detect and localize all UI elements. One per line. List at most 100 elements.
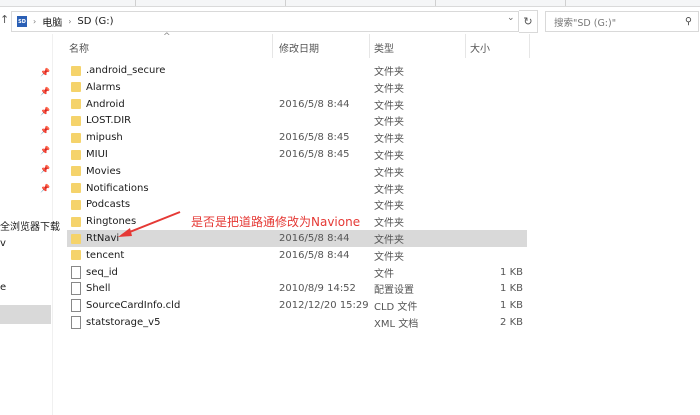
divider: [285, 0, 286, 6]
folder-icon: [71, 233, 81, 244]
file-name: Notifications: [86, 182, 149, 194]
column-divider[interactable]: [529, 34, 530, 58]
column-divider[interactable]: [272, 34, 273, 58]
file-type: 文件夹: [374, 151, 404, 162]
file-date: 2016/5/8 8:44: [279, 249, 350, 261]
file-name: mipush: [86, 132, 123, 144]
annotation-arrow: [118, 211, 181, 237]
nav-item[interactable]: v: [0, 238, 6, 249]
navigation-pane: 📌 📌 📌 📌 📌 📌 📌 全浏览器下载 v e: [0, 34, 60, 415]
file-row[interactable]: .android_secure 文件夹: [67, 62, 527, 79]
file-type: 文件夹: [374, 83, 404, 95]
file-date: 2010/8/9 14:52: [279, 283, 356, 295]
sd-card-icon: SD: [17, 16, 27, 27]
file-date: 2016/5/8 8:44: [279, 233, 350, 244]
file-type: 文件夹: [374, 251, 404, 263]
address-bar[interactable]: SD › 电脑 › SD (G:): [11, 11, 519, 32]
search-input[interactable]: 搜索"SD (G:)" ⚲: [545, 11, 699, 32]
sort-ascending-icon: ^: [163, 32, 171, 42]
file-name: Shell: [86, 283, 111, 295]
divider: [135, 0, 136, 6]
folder-icon: [71, 65, 81, 76]
folder-icon: [71, 82, 81, 93]
nav-item-selected[interactable]: [0, 305, 51, 324]
file-type: 文件夹: [374, 134, 404, 146]
file-date: 2016/5/8 8:45: [279, 132, 350, 144]
file-type: 文件夹: [374, 100, 404, 112]
search-icon: ⚲: [685, 16, 692, 27]
nav-item[interactable]: e: [0, 282, 6, 293]
file-type: 文件夹: [374, 167, 404, 179]
file-name: tencent: [86, 249, 125, 261]
file-row[interactable]: LOST.DIR 文件夹: [67, 112, 527, 129]
file-type: 配置设置: [374, 285, 414, 297]
column-divider[interactable]: [369, 34, 370, 58]
file-type: 文件夹: [374, 117, 404, 129]
column-divider[interactable]: [465, 34, 466, 58]
file-name: Alarms: [86, 81, 121, 93]
refresh-icon: ↻: [523, 15, 533, 28]
chevron-right-icon[interactable]: ›: [33, 17, 36, 26]
pin-icon[interactable]: 📌: [40, 68, 50, 77]
file-row[interactable]: seq_id 文件 1 KB: [67, 264, 527, 281]
divider: [435, 0, 436, 6]
file-row[interactable]: statstorage_v5 XML 文档 2 KB: [67, 314, 527, 331]
column-header-type[interactable]: 类型: [374, 40, 394, 55]
file-row[interactable]: SourceCardInfo.cld 2012/12/20 15:29 CLD …: [67, 297, 527, 314]
file-name: .android_secure: [86, 65, 166, 76]
search-placeholder: 搜索"SD (G:)": [554, 17, 617, 29]
pin-icon[interactable]: 📌: [40, 165, 50, 174]
file-row[interactable]: MIUI 2016/5/8 8:45 文件夹: [67, 146, 527, 163]
file-size: 1 KB: [500, 283, 523, 295]
file-row[interactable]: Shell 2010/8/9 14:52 配置设置 1 KB: [67, 280, 527, 297]
folder-icon: [71, 115, 81, 126]
file-name: MIUI: [86, 149, 108, 160]
chevron-right-icon[interactable]: ›: [68, 17, 71, 26]
folder-icon: [71, 166, 81, 177]
file-row[interactable]: Android 2016/5/8 8:44 文件夹: [67, 96, 527, 113]
folder-icon: [71, 199, 81, 210]
pin-icon[interactable]: 📌: [40, 107, 50, 116]
file-name: Movies: [86, 165, 121, 177]
file-row[interactable]: Notifications 文件夹: [67, 180, 527, 197]
folder-icon: [71, 99, 81, 110]
folder-icon: [71, 216, 81, 227]
file-icon: [71, 316, 81, 329]
file-row[interactable]: Alarms 文件夹: [67, 79, 527, 96]
pin-icon[interactable]: 📌: [40, 146, 50, 155]
file-date: 2012/12/20 15:29: [279, 300, 369, 312]
file-date: 2016/5/8 8:45: [279, 149, 350, 160]
column-header-name[interactable]: 名称: [69, 40, 89, 55]
file-type: CLD 文件: [374, 302, 418, 314]
file-type: 文件: [374, 268, 394, 280]
file-type: XML 文档: [374, 319, 419, 330]
file-type: 文件夹: [374, 184, 404, 196]
file-row[interactable]: tencent 2016/5/8 8:44 文件夹: [67, 247, 527, 264]
file-type: 文件夹: [374, 67, 404, 78]
pin-icon[interactable]: 📌: [40, 126, 50, 135]
chevron-down-icon[interactable]: ⌄: [507, 13, 515, 23]
refresh-button[interactable]: ↻: [519, 10, 538, 33]
file-date: 2016/5/8 8:44: [279, 98, 350, 110]
folder-icon: [71, 250, 81, 261]
file-row[interactable]: Movies 文件夹: [67, 163, 527, 180]
file-name: statstorage_v5: [86, 317, 161, 328]
file-icon: [71, 282, 81, 296]
up-arrow-icon[interactable]: ↑: [0, 13, 9, 26]
pin-icon[interactable]: 📌: [40, 87, 50, 96]
breadcrumb-computer[interactable]: 电脑: [42, 14, 62, 29]
pin-icon[interactable]: 📌: [40, 184, 50, 193]
column-header-date[interactable]: 修改日期: [279, 40, 319, 55]
breadcrumb-sd[interactable]: SD (G:): [77, 16, 113, 27]
folder-icon: [71, 183, 81, 194]
folder-icon: [71, 149, 81, 160]
file-size: 2 KB: [500, 317, 523, 328]
file-name: LOST.DIR: [86, 115, 132, 127]
column-header-size[interactable]: 大小: [470, 40, 490, 55]
divider: [565, 0, 566, 6]
file-row[interactable]: mipush 2016/5/8 8:45 文件夹: [67, 129, 527, 146]
file-name: Android: [86, 98, 125, 110]
file-name: SourceCardInfo.cld: [86, 300, 181, 312]
ribbon-strip: [0, 0, 700, 7]
nav-item[interactable]: 全浏览器下载: [0, 218, 60, 233]
